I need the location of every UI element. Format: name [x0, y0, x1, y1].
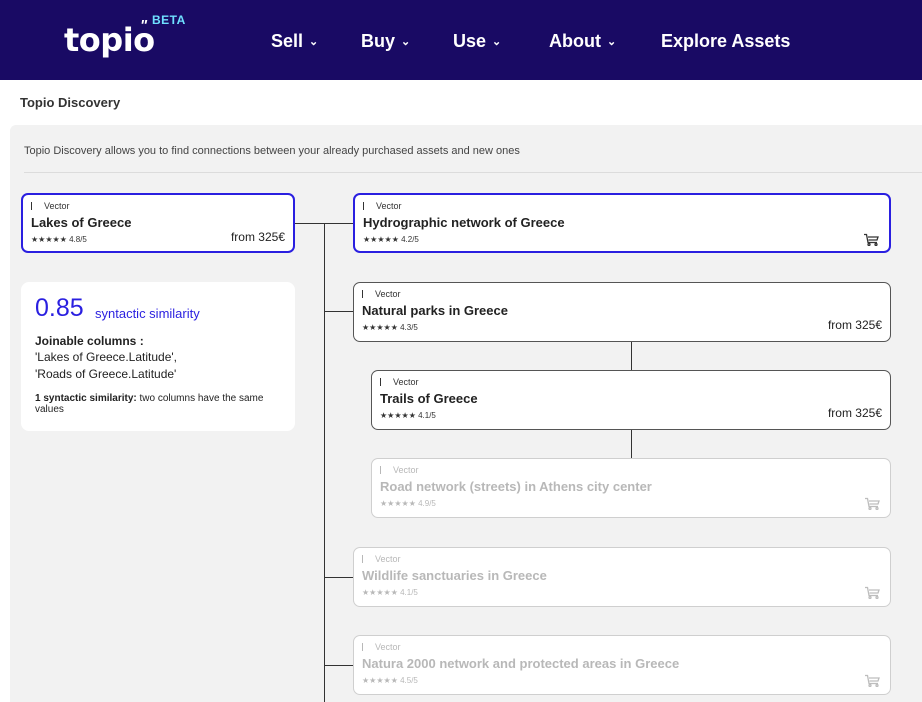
connector-line	[631, 429, 632, 459]
connector-line	[324, 223, 325, 702]
divider	[24, 172, 922, 173]
nav-sell[interactable]: Sell ⌄	[271, 30, 318, 53]
nav-about[interactable]: About ⌄	[549, 30, 616, 53]
asset-card-natura-2000[interactable]: Vector Natura 2000 network and protected…	[353, 635, 891, 695]
cart-icon[interactable]	[863, 233, 879, 247]
cart-icon[interactable]	[864, 674, 880, 688]
asset-title: Natura 2000 network and protected areas …	[362, 656, 680, 671]
asset-type: Vector	[380, 465, 419, 475]
asset-price: from 325€	[230, 230, 285, 244]
asset-rating: ★★★★★ 4.2/5	[363, 235, 419, 244]
cart-icon[interactable]	[864, 497, 880, 511]
asset-card-hydrographic-network[interactable]: Vector Hydrographic network of Greece ★★…	[353, 193, 891, 253]
connector-line	[324, 665, 353, 666]
asset-card-road-network-athens[interactable]: Vector Road network (streets) in Athens …	[371, 458, 891, 518]
joinable-column: 'Lakes of Greece.Latitude',	[35, 350, 178, 364]
chevron-down-icon: ⌄	[492, 36, 502, 48]
asset-type: Vector	[363, 201, 402, 211]
asset-type: Vector	[362, 642, 401, 652]
cart-icon[interactable]	[864, 586, 880, 600]
joinable-columns-title: Joinable columns :	[35, 334, 144, 348]
nav-use[interactable]: Use ⌄	[453, 30, 501, 53]
vector-icon	[363, 202, 373, 210]
nav-sell-label: Sell	[271, 31, 304, 51]
chevron-down-icon: ⌄	[309, 36, 319, 48]
asset-card-trails[interactable]: Vector Trails of Greece ★★★★★ 4.1/5 from…	[371, 370, 891, 430]
connector-line	[324, 577, 353, 578]
asset-type: Vector	[380, 377, 419, 387]
asset-type-label: Vector	[393, 465, 419, 475]
asset-rating: ★★★★★ 4.5/5	[362, 676, 418, 685]
asset-type-label: Vector	[375, 289, 401, 299]
source-asset-card[interactable]: Vector Lakes of Greece ★★★★★ 4.8/5 from …	[21, 193, 295, 253]
connector-line	[324, 311, 353, 312]
asset-type-label: Vector	[375, 554, 401, 564]
intro-text: Topio Discovery allows you to find conne…	[24, 145, 520, 157]
asset-type-label: Vector	[376, 201, 402, 211]
asset-title: Lakes of Greece	[31, 215, 132, 230]
asset-title: Wildlife sanctuaries in Greece	[362, 568, 547, 583]
connector-line	[631, 341, 632, 371]
chevron-down-icon: ⌄	[401, 36, 411, 48]
nav-buy[interactable]: Buy ⌄	[361, 30, 410, 53]
asset-rating: ★★★★★ 4.1/5	[380, 411, 436, 420]
asset-title: Hydrographic network of Greece	[363, 215, 565, 230]
asset-type-label: Vector	[44, 201, 70, 211]
top-navbar: topio " BETA Sell ⌄ Buy ⌄ Use ⌄ About ⌄ Expl…	[0, 0, 922, 80]
asset-title: Trails of Greece	[380, 391, 478, 406]
asset-price: from 325€	[827, 406, 882, 420]
chevron-down-icon: ⌄	[606, 36, 617, 48]
vector-icon	[362, 643, 372, 651]
asset-rating: ★★★★★ 4.3/5	[362, 323, 418, 332]
similarity-label: syntactic similarity	[95, 306, 200, 321]
joinable-column: 'Roads of Greece.Latitude'	[35, 367, 177, 381]
asset-rating: ★★★★★ 4.8/5	[31, 235, 87, 244]
nav-buy-label: Buy	[361, 31, 396, 51]
asset-title: Road network (streets) in Athens city ce…	[380, 479, 652, 494]
beta-badge: BETA	[152, 13, 186, 27]
nav-explore-assets-label: Explore Assets	[661, 31, 791, 51]
asset-card-wildlife-sanctuaries[interactable]: Vector Wildlife sanctuaries in Greece ★★…	[353, 547, 891, 607]
nav-use-label: Use	[453, 31, 487, 51]
asset-title: Natural parks in Greece	[362, 303, 508, 318]
asset-card-natural-parks[interactable]: Vector Natural parks in Greece ★★★★★ 4.3…	[353, 282, 891, 342]
vector-icon	[31, 202, 41, 210]
asset-type: Vector	[362, 554, 401, 564]
asset-rating: ★★★★★ 4.9/5	[380, 499, 436, 508]
asset-price: from 325€	[827, 318, 882, 332]
page-title: Topio Discovery	[20, 95, 121, 110]
vector-icon	[362, 555, 372, 563]
asset-type-label: Vector	[375, 642, 401, 652]
vector-icon	[380, 466, 390, 474]
logo-mark: "	[140, 17, 148, 34]
similarity-score: 0.85	[35, 294, 84, 322]
asset-rating: ★★★★★ 4.1/5	[362, 588, 418, 597]
nav-explore-assets[interactable]: Explore Assets	[661, 30, 790, 52]
vector-icon	[362, 290, 372, 298]
similarity-note-strong: 1 syntactic similarity:	[35, 393, 137, 404]
similarity-panel: 0.85 syntactic similarity Joinable colum…	[21, 282, 295, 431]
asset-type: Vector	[362, 289, 401, 299]
nav-about-label: About	[549, 31, 601, 51]
asset-type: Vector	[31, 201, 70, 211]
similarity-note: 1 syntactic similarity: two columns have…	[35, 393, 285, 415]
asset-type-label: Vector	[393, 377, 419, 387]
vector-icon	[380, 378, 390, 386]
